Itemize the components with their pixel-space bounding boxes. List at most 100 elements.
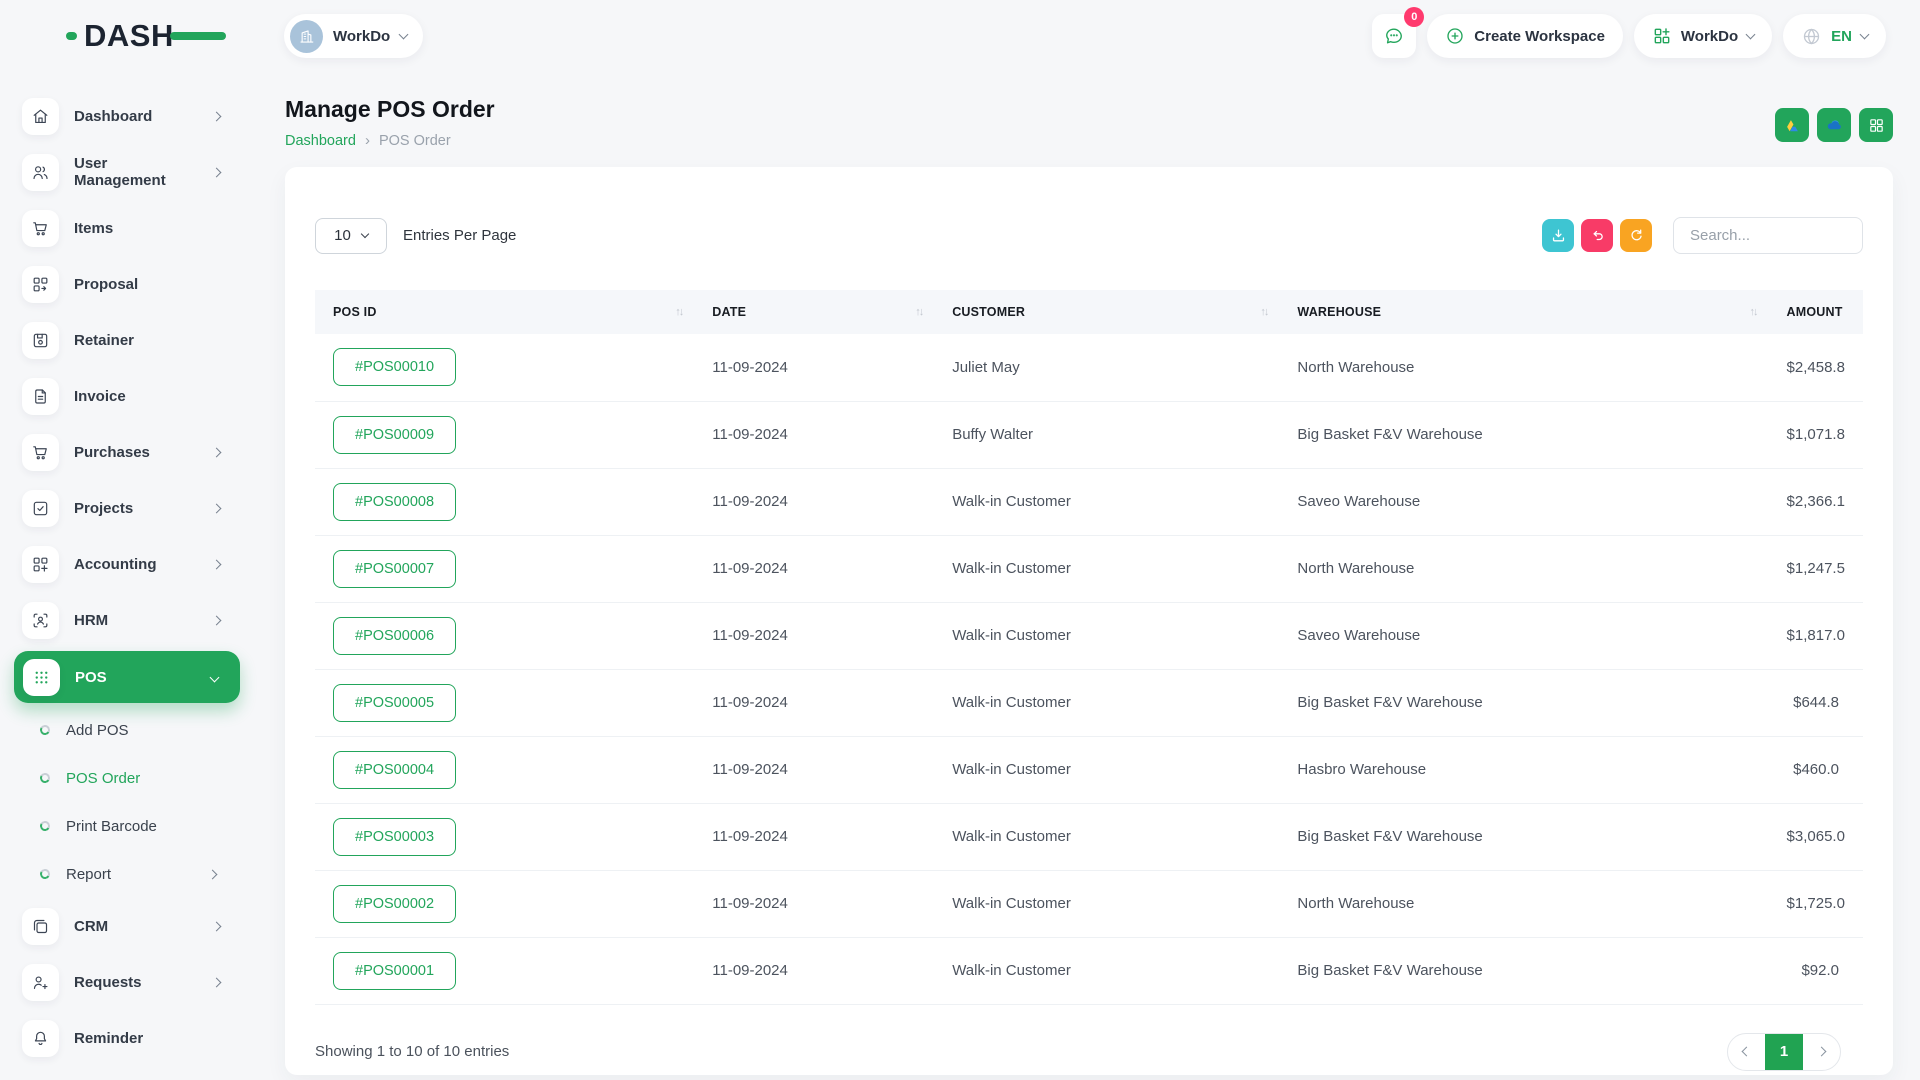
undo-icon [1589,227,1606,244]
chevron-right-icon [1817,1047,1827,1057]
table-row: #POS00002 11-09-2024 Walk-in Customer No… [315,870,1863,937]
warehouse-cell: North Warehouse [1279,870,1768,937]
sort-icon: ↑↓ [915,306,922,318]
entries-per-page-select[interactable]: 10 [315,218,387,254]
pos-order-table: POS ID↑↓ DATE↑↓ CUSTOMER↑↓ WAREHOUSE↑↓ A… [315,290,1863,1005]
date-cell: 11-09-2024 [694,669,934,736]
search-input[interactable] [1673,217,1863,254]
globe-icon [1801,26,1822,47]
pos-id-button[interactable]: #POS00003 [333,818,456,856]
pos-id-button[interactable]: #POS00004 [333,751,456,789]
sidebar-subitem-add-pos[interactable]: Add POS [0,706,260,754]
grid-icon [1868,117,1885,134]
sidebar-subitem-pos-order[interactable]: POS Order [0,754,260,802]
breadcrumb: Dashboard › POS Order [285,132,495,149]
sidebar-item-accounting[interactable]: Accounting [0,536,260,592]
pos-id-button[interactable]: #POS00002 [333,885,456,923]
pos-id-button[interactable]: #POS00009 [333,416,456,454]
sidebar-subitem-report[interactable]: Report [0,850,260,898]
warehouse-cell: Hasbro Warehouse [1279,736,1768,803]
sidebar-item-purchases[interactable]: Purchases [0,424,260,480]
workspace-chip[interactable]: WorkDo [284,14,423,58]
column-header-warehouse[interactable]: WAREHOUSE↑↓ [1279,290,1768,334]
table-row: #POS00010 11-09-2024 Juliet May North Wa… [315,334,1863,401]
cart-icon [31,443,50,462]
table-row: #POS00007 11-09-2024 Walk-in Customer No… [315,535,1863,602]
sidebar-item-proposal[interactable]: Proposal [0,256,260,312]
previous-page-button[interactable] [1728,1034,1765,1070]
create-workspace-button[interactable]: Create Workspace [1427,14,1623,58]
grid-plus-icon [31,555,50,574]
breadcrumb-dashboard-link[interactable]: Dashboard [285,133,356,149]
grid-plus-icon [1652,26,1672,46]
amount-cell: $460.0 [1769,736,1863,803]
column-header-date[interactable]: DATE↑↓ [694,290,934,334]
bell-icon [31,1029,50,1048]
current-page-button[interactable]: 1 [1765,1034,1803,1070]
customer-cell: Buffy Walter [934,401,1279,468]
pos-id-button[interactable]: #POS00001 [333,952,456,990]
brand-logo[interactable]: DASH [0,18,260,54]
sidebar-item-items[interactable]: Items [0,200,260,256]
sidebar: Dashboard User Management Items Proposal… [0,72,260,1080]
warehouse-cell: North Warehouse [1279,334,1768,401]
onedrive-button[interactable] [1817,108,1851,142]
reset-button[interactable] [1581,219,1613,252]
export-button[interactable] [1542,219,1574,252]
warehouse-cell: Saveo Warehouse [1279,468,1768,535]
table-body: #POS00010 11-09-2024 Juliet May North Wa… [315,334,1863,1004]
pagination: 1 [1727,1033,1841,1071]
sidebar-subitem-print-barcode[interactable]: Print Barcode [0,802,260,850]
refresh-button[interactable] [1620,219,1652,252]
chevron-left-icon [1742,1047,1752,1057]
grid-view-button[interactable] [1859,108,1893,142]
chevron-right-icon [212,112,222,122]
sidebar-item-pos[interactable]: POS [14,651,240,703]
logo-text: DASH [84,18,174,53]
table-row: #POS00008 11-09-2024 Walk-in Customer Sa… [315,468,1863,535]
customer-cell: Walk-in Customer [934,669,1279,736]
page-title: Manage POS Order [285,96,495,123]
messages-button[interactable]: 0 [1372,14,1416,58]
messages-count-badge: 0 [1404,7,1424,27]
main-content: Manage POS Order Dashboard › POS Order [260,72,1920,1080]
sort-icon: ↑↓ [675,306,682,318]
sidebar-item-dashboard[interactable]: Dashboard [0,88,260,144]
workspace-switcher-label: WorkDo [1681,28,1738,45]
warehouse-cell: Big Basket F&V Warehouse [1279,803,1768,870]
chevron-right-icon [208,870,218,880]
table-row: #POS00009 11-09-2024 Buffy Walter Big Ba… [315,401,1863,468]
workspace-switcher-button[interactable]: WorkDo [1634,14,1772,58]
customer-cell: Walk-in Customer [934,535,1279,602]
amount-cell: $1,725.0 [1769,870,1863,937]
google-drive-button[interactable] [1775,108,1809,142]
sidebar-item-hrm[interactable]: HRM [0,592,260,648]
next-page-button[interactable] [1803,1034,1840,1070]
pos-id-button[interactable]: #POS00008 [333,483,456,521]
showing-entries-text: Showing 1 to 10 of 10 entries [315,1043,509,1060]
sidebar-item-invoice[interactable]: Invoice [0,368,260,424]
column-header-customer[interactable]: CUSTOMER↑↓ [934,290,1279,334]
column-header-amount[interactable]: AMOUNT [1769,290,1863,334]
pos-id-button[interactable]: #POS00006 [333,617,456,655]
warehouse-cell: North Warehouse [1279,535,1768,602]
sidebar-item-requests[interactable]: Requests [0,954,260,1010]
language-selector[interactable]: EN [1783,14,1886,58]
chevron-right-icon [212,504,222,514]
sidebar-item-retainer[interactable]: Retainer [0,312,260,368]
warehouse-cell: Big Basket F&V Warehouse [1279,669,1768,736]
pos-id-button[interactable]: #POS00010 [333,348,456,386]
date-cell: 11-09-2024 [694,937,934,1004]
column-header-pos-id[interactable]: POS ID↑↓ [315,290,694,334]
sidebar-item-user-management[interactable]: User Management [0,144,260,200]
sidebar-item-crm[interactable]: CRM [0,898,260,954]
customer-cell: Walk-in Customer [934,602,1279,669]
chat-icon [1383,25,1405,47]
pos-id-button[interactable]: #POS00005 [333,684,456,722]
sidebar-item-projects[interactable]: Projects [0,480,260,536]
warehouse-cell: Big Basket F&V Warehouse [1279,937,1768,1004]
sidebar-item-reminder[interactable]: Reminder [0,1010,260,1066]
pos-id-button[interactable]: #POS00007 [333,550,456,588]
warehouse-cell: Saveo Warehouse [1279,602,1768,669]
cart-icon [31,219,50,238]
